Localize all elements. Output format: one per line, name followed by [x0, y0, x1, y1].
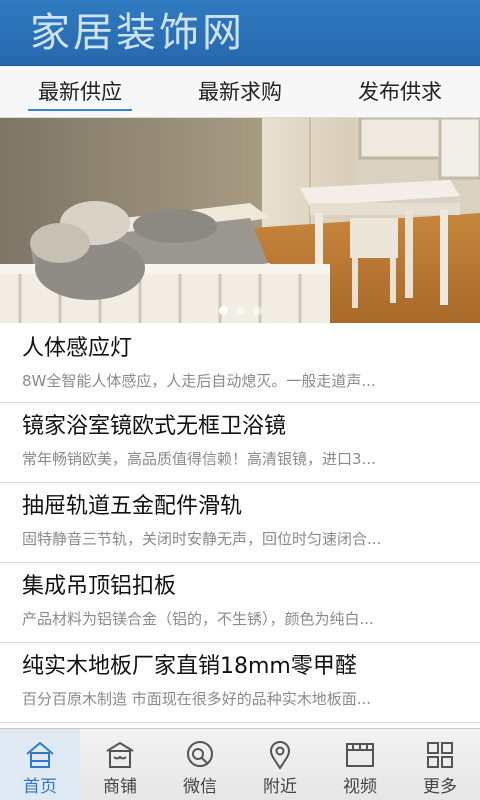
nav-label: 更多	[423, 777, 457, 797]
banner-image	[0, 118, 480, 323]
nav-label: 首页	[23, 777, 57, 797]
nav-shop[interactable]: 商铺	[80, 729, 160, 800]
item-desc: 百分百原木制造 市面现在很多好的品种实木地板面...	[22, 690, 372, 708]
app-header: 家居装饰网	[0, 0, 480, 66]
bottom-nav: 首页 商铺 微信 附近 视频 更多	[0, 728, 480, 800]
nav-more[interactable]: 更多	[400, 729, 480, 800]
tab-publish[interactable]: 发布供求	[320, 66, 480, 117]
slide-indicator	[0, 306, 480, 315]
video-icon	[346, 743, 374, 767]
wechat-icon	[187, 741, 213, 767]
product-list: 人体感应灯 8W全智能人体感应，人走后自动熄灭。一般走道声... 镜家浴室镜欧式…	[0, 323, 480, 723]
list-item[interactable]: 抽屉轨道五金配件滑轨 固特静音三节轨，关闭时安静无声，回位时匀速闭合...	[0, 483, 480, 563]
slide-dot[interactable]	[252, 306, 262, 315]
list-item[interactable]: 纯实木地板厂家直销18mm零甲醛 百分百原木制造 市面现在很多好的品种实木地板面…	[0, 643, 480, 723]
nav-label: 附近	[263, 777, 297, 797]
tab-latest-supply[interactable]: 最新供应	[0, 66, 160, 117]
nav-label: 视频	[343, 777, 377, 797]
home-icon	[26, 741, 54, 768]
item-title: 人体感应灯	[22, 336, 133, 361]
nav-home[interactable]: 首页	[0, 729, 80, 800]
item-desc: 产品材料为铝镁合金（铝的，不生锈），颜色为纯白...	[22, 610, 374, 628]
nav-video[interactable]: 视频	[320, 729, 400, 800]
nav-label: 商铺	[103, 777, 137, 797]
nav-nearby[interactable]: 附近	[240, 729, 320, 800]
tab-bar: 最新供应 最新求购 发布供求	[0, 66, 480, 118]
item-title: 纯实木地板厂家直销18mm零甲醛	[22, 654, 357, 679]
slide-dot-active[interactable]	[218, 306, 228, 315]
list-item[interactable]: 人体感应灯 8W全智能人体感应，人走后自动熄灭。一般走道声...	[0, 323, 480, 403]
item-title: 集成吊顶铝扣板	[22, 574, 177, 599]
item-desc: 8W全智能人体感应，人走后自动熄灭。一般走道声...	[22, 372, 376, 390]
list-item[interactable]: 镜家浴室镜欧式无框卫浴镜 常年畅销欧美，高品质值得信赖！高清银镜，进口3...	[0, 403, 480, 483]
nav-wechat[interactable]: 微信	[160, 729, 240, 800]
nav-label: 微信	[183, 777, 217, 797]
item-desc: 固特静音三节轨，关闭时安静无声，回位时匀速闭合...	[22, 530, 382, 548]
app-title: 家居装饰网	[30, 10, 245, 56]
item-desc: 常年畅销欧美，高品质值得信赖！高清银镜，进口3...	[22, 450, 376, 468]
slide-dot[interactable]	[235, 306, 245, 315]
grid-icon	[427, 742, 453, 768]
item-title: 抽屉轨道五金配件滑轨	[22, 494, 243, 519]
location-pin-icon	[269, 741, 291, 770]
item-title: 镜家浴室镜欧式无框卫浴镜	[22, 414, 287, 439]
list-item[interactable]: 集成吊顶铝扣板 产品材料为铝镁合金（铝的，不生锈），颜色为纯白...	[0, 563, 480, 643]
banner-slideshow[interactable]	[0, 118, 480, 323]
shop-icon	[106, 741, 134, 768]
tab-latest-demand[interactable]: 最新求购	[160, 66, 320, 117]
